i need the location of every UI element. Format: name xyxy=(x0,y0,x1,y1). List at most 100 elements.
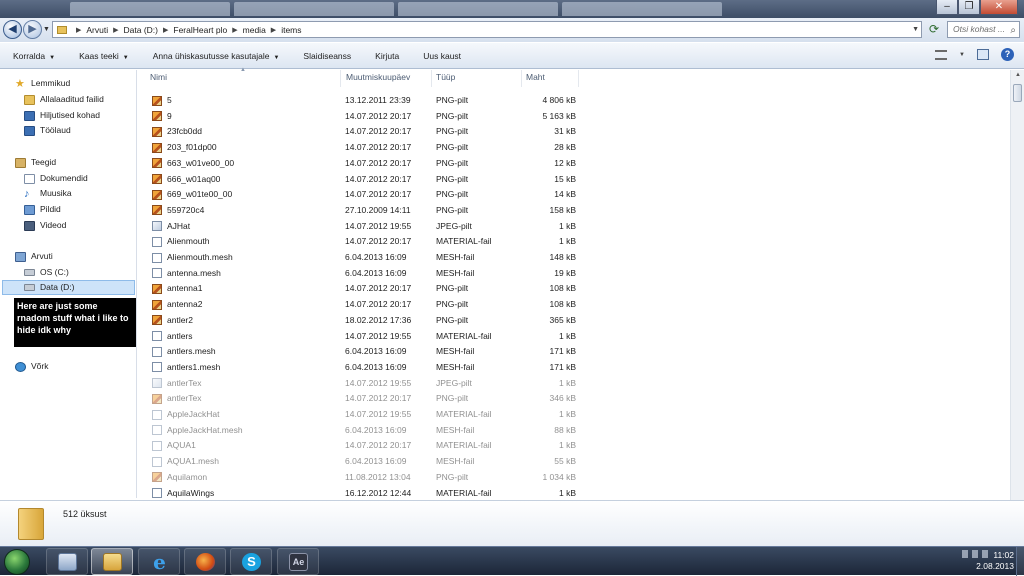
nav-downloads[interactable]: Allalaaditud failid xyxy=(24,92,104,107)
vertical-scrollbar[interactable]: ▲ xyxy=(1010,70,1024,500)
nav-computer[interactable]: Arvuti xyxy=(15,249,53,264)
clock[interactable]: 11:02 2.08.2013 xyxy=(958,550,1014,572)
file-size: 365 kB xyxy=(549,314,576,325)
refresh-button[interactable]: ⟳ xyxy=(926,22,942,38)
start-button[interactable] xyxy=(4,549,30,575)
file-name: AQUA1 xyxy=(152,438,196,453)
file-name: 559720c4 xyxy=(152,203,204,218)
file-row[interactable]: 663_w01ve00_00 14.07.2012 20:17 PNG-pilt 12… xyxy=(138,156,588,172)
file-row[interactable]: 5 13.12.2011 23:39 PNG-pilt 4 806 kB xyxy=(138,93,588,109)
nav-favorites[interactable]: ★ Lemmikud xyxy=(15,76,70,91)
file-row[interactable]: antenna1 14.07.2012 20:17 PNG-pilt 108 kB xyxy=(138,281,588,297)
column-header-date[interactable]: Muutmiskuupäev xyxy=(346,70,410,87)
file-row[interactable]: Alienmouth 14.07.2012 20:17 MATERIAL-fail 1… xyxy=(138,234,588,250)
minimize-button[interactable]: – xyxy=(936,0,958,15)
file-row[interactable]: antler2 18.02.2012 17:36 PNG-pilt 365 kB xyxy=(138,313,588,329)
breadcrumb-items[interactable]: items xyxy=(281,25,301,35)
back-button[interactable]: ◀ xyxy=(3,20,22,39)
change-view-icon[interactable] xyxy=(935,49,948,60)
new-folder-button[interactable]: Uus kaust xyxy=(423,51,461,61)
file-row[interactable]: 9 14.07.2012 20:17 PNG-pilt 5 163 kB xyxy=(138,109,588,125)
taskbar-skype[interactable]: S xyxy=(230,548,272,575)
file-row[interactable]: antlers1.mesh 6.04.2013 16:09 MESH-fail 171… xyxy=(138,360,588,376)
help-icon[interactable]: ? xyxy=(1001,48,1014,61)
organize-menu[interactable]: Korralda ▼ xyxy=(13,51,55,61)
png-image-icon xyxy=(152,111,162,122)
file-row[interactable]: Aquilamon 11.08.2012 13:04 PNG-pilt 1 034 k… xyxy=(138,470,588,486)
file-row[interactable]: antenna2 14.07.2012 20:17 PNG-pilt 108 kB xyxy=(138,297,588,313)
file-row[interactable]: 666_w01aq00 14.07.2012 20:17 PNG-pilt 15 kB xyxy=(138,172,588,188)
maximize-button[interactable]: ❐ xyxy=(958,0,980,15)
column-divider[interactable] xyxy=(578,70,579,87)
recent-pages-dropdown-icon[interactable]: ▼ xyxy=(43,26,50,33)
column-header-name[interactable]: Nimi xyxy=(150,70,167,87)
breadcrumb-feralheart[interactable]: FeralHeart plo xyxy=(173,25,227,35)
nav-drive-c[interactable]: OS (C:) xyxy=(24,265,69,280)
chevron-right-icon[interactable]: ▶ xyxy=(76,26,81,34)
scroll-up-icon[interactable]: ▲ xyxy=(1013,72,1023,82)
file-row[interactable]: 203_f01dp00 14.07.2012 20:17 PNG-pilt 28 kB xyxy=(138,140,588,156)
file-row[interactable]: 669_w01te00_00 14.07.2012 20:17 PNG-pilt 14… xyxy=(138,187,588,203)
file-row[interactable]: antlerTex 14.07.2012 19:55 JPEG-pilt 1 kB xyxy=(138,376,588,392)
nav-pictures[interactable]: Pildid xyxy=(24,202,61,217)
taskbar-file-explorer[interactable] xyxy=(91,548,133,575)
annotation-overlay: Here are just some rnadom stuff what i l… xyxy=(14,298,136,347)
file-row[interactable]: AQUA1 14.07.2012 20:17 MATERIAL-fail 1 kB xyxy=(138,438,588,454)
nav-libraries[interactable]: Teegid xyxy=(15,155,56,170)
taskbar-windows-explorer-shortcut[interactable] xyxy=(46,548,88,575)
chevron-down-icon[interactable]: ▼ xyxy=(959,52,965,58)
breadcrumb-computer[interactable]: Arvuti xyxy=(86,25,108,35)
address-history-dropdown-icon[interactable]: ▼ xyxy=(912,22,919,37)
nav-desktop[interactable]: Töölaud xyxy=(24,123,71,138)
taskbar-after-effects[interactable]: Ae xyxy=(277,548,319,575)
taskbar-firefox[interactable] xyxy=(184,548,226,575)
file-row[interactable]: Alienmouth.mesh 6.04.2013 16:09 MESH-fail 1… xyxy=(138,250,588,266)
share-with-menu[interactable]: Anna ühiskasutusse kasutajale ▼ xyxy=(153,51,280,61)
file-row[interactable]: AppleJackHat.mesh 6.04.2013 16:09 MESH-fai… xyxy=(138,423,588,439)
chevron-right-icon[interactable]: ▶ xyxy=(163,26,168,34)
column-divider[interactable] xyxy=(431,70,432,87)
file-row[interactable]: AJHat 14.07.2012 19:55 JPEG-pilt 1 kB xyxy=(138,219,588,235)
file-icon xyxy=(152,236,162,247)
forward-button[interactable]: ▶ xyxy=(23,20,42,39)
file-row[interactable]: AppleJackHat 14.07.2012 19:55 MATERIAL-fai… xyxy=(138,407,588,423)
file-type: PNG-pilt xyxy=(436,189,469,200)
nav-documents[interactable]: Dokumendid xyxy=(24,171,88,186)
close-button[interactable]: ✕ xyxy=(980,0,1018,15)
include-in-library-menu[interactable]: Kaas teeki ▼ xyxy=(79,51,129,61)
burn-button[interactable]: Kirjuta xyxy=(375,51,399,61)
file-row[interactable]: AquilaWings 16.12.2012 12:44 MATERIAL-fail… xyxy=(138,486,588,502)
file-row[interactable]: 559720c4 27.10.2009 14:11 PNG-pilt 158 kB xyxy=(138,203,588,219)
file-row[interactable]: antlers 14.07.2012 19:55 MATERIAL-fail 1 kB xyxy=(138,329,588,345)
search-icon[interactable]: ⌕ xyxy=(1010,23,1016,38)
chevron-right-icon[interactable]: ▶ xyxy=(232,26,237,34)
column-header-type[interactable]: Tüüp xyxy=(436,70,455,87)
show-desktop-button[interactable] xyxy=(1016,547,1024,576)
nav-drive-d[interactable]: Data (D:) xyxy=(2,280,135,295)
search-input[interactable]: Otsi kohast ... ⌕ xyxy=(947,21,1020,38)
clock-time: 11:02 xyxy=(993,550,1014,560)
breadcrumb-drive[interactable]: Data (D:) xyxy=(124,25,158,35)
nav-music[interactable]: ♪ Muusika xyxy=(24,186,72,201)
slideshow-button[interactable]: Slaidiseanss xyxy=(303,51,351,61)
scroll-thumb[interactable] xyxy=(1013,84,1022,102)
column-divider[interactable] xyxy=(340,70,341,87)
file-row[interactable]: antlerTex 14.07.2012 20:17 PNG-pilt 346 kB xyxy=(138,391,588,407)
file-row[interactable]: antlers.mesh 6.04.2013 16:09 MESH-fail 171 … xyxy=(138,344,588,360)
chevron-right-icon[interactable]: ▶ xyxy=(113,26,118,34)
chevron-right-icon[interactable]: ▶ xyxy=(271,26,276,34)
file-row[interactable]: antenna.mesh 6.04.2013 16:09 MESH-fail 19 k… xyxy=(138,266,588,282)
column-divider[interactable] xyxy=(521,70,522,87)
preview-pane-icon[interactable] xyxy=(977,49,989,60)
file-row[interactable]: 23fcb0dd 14.07.2012 20:17 PNG-pilt 31 kB xyxy=(138,124,588,140)
address-bar[interactable]: ▶ Arvuti ▶ Data (D:) ▶ FeralHeart plo ▶ … xyxy=(52,21,922,38)
breadcrumb-media[interactable]: media xyxy=(243,25,266,35)
taskbar-internet-explorer[interactable]: e xyxy=(138,548,180,575)
column-header-size[interactable]: Maht xyxy=(526,70,545,87)
recent-places-icon xyxy=(24,110,35,121)
nav-network[interactable]: Võrk xyxy=(15,359,48,374)
nav-recent-places[interactable]: Hiljutised kohad xyxy=(24,108,100,123)
file-type: MATERIAL-fail xyxy=(436,330,492,341)
file-row[interactable]: AQUA1.mesh 6.04.2013 16:09 MESH-fail 55 kB xyxy=(138,454,588,470)
nav-videos[interactable]: Videod xyxy=(24,218,66,233)
